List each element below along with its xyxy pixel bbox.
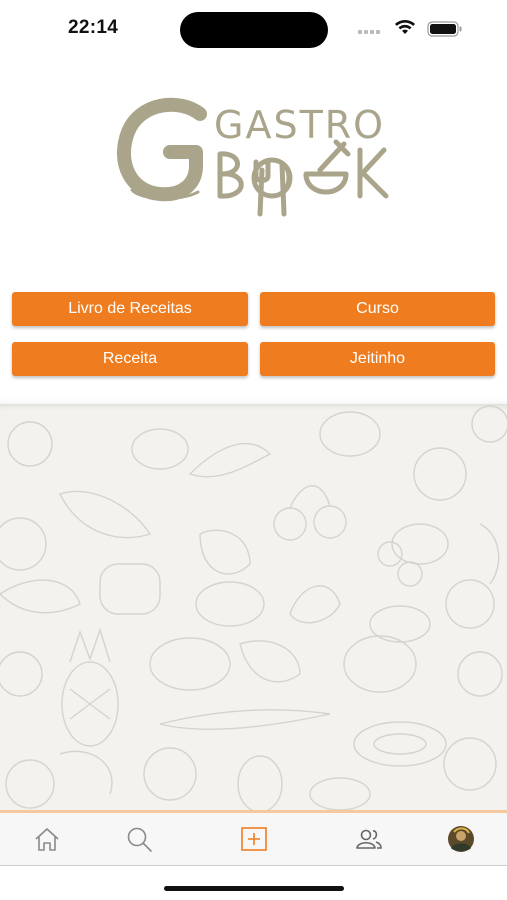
gastro-book-logo: GASTRO [117, 97, 389, 217]
profile-avatar [448, 826, 474, 852]
home-indicator [164, 886, 344, 891]
home-indicator-area [0, 866, 507, 900]
wifi-icon [395, 20, 415, 34]
food-pattern-background [0, 404, 507, 810]
status-bar: 22:14 [0, 0, 507, 58]
livro-de-receitas-button[interactable]: Livro de Receitas [12, 292, 248, 326]
home-icon [35, 828, 59, 851]
logo-text-gastro: GASTRO [214, 103, 385, 147]
logo-text-book [217, 139, 389, 217]
dynamic-island [180, 12, 328, 48]
food-sketch-illustration [0, 405, 507, 810]
jeitinho-button[interactable]: Jeitinho [260, 342, 495, 376]
status-icons [358, 20, 462, 37]
tab-search[interactable] [123, 823, 155, 855]
cellular-signal-icon [358, 30, 380, 34]
tab-people[interactable] [353, 823, 385, 855]
curso-button[interactable]: Curso [260, 292, 495, 326]
search-icon [127, 827, 152, 852]
tab-add[interactable] [238, 823, 270, 855]
status-time: 22:14 [68, 17, 119, 38]
receita-button[interactable]: Receita [12, 342, 248, 376]
tab-home[interactable] [31, 823, 63, 855]
bottom-tab-bar [0, 813, 507, 866]
battery-icon [427, 21, 462, 37]
tab-profile[interactable] [445, 823, 477, 855]
people-icon [356, 829, 382, 849]
add-icon [241, 827, 267, 851]
